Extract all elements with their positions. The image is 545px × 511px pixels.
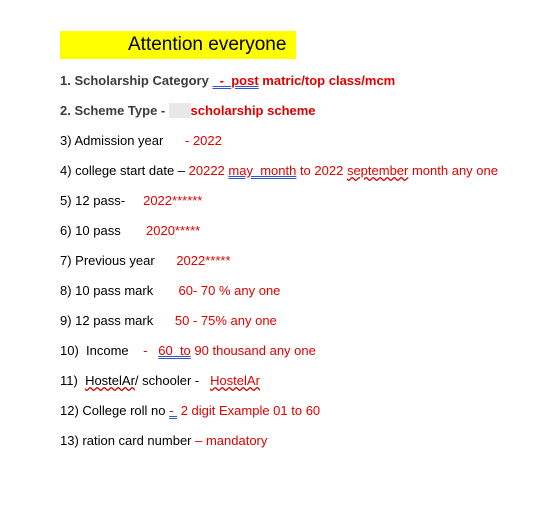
list-item: 1. Scholarship Category - post matric/to… (60, 72, 395, 90)
list-item: 6) 10 pass 2020***** (60, 222, 200, 240)
list-item: 7) Previous year 2022***** (60, 252, 231, 270)
item-value: 2020***** (146, 223, 201, 238)
list-item: 8) 10 pass mark 60- 70 % any one (60, 282, 280, 300)
list-item: 2. Scheme Type - scholarship scheme (60, 102, 316, 120)
item-spacer (168, 103, 191, 118)
list-item: 13) ration card number – mandatory (60, 432, 267, 450)
item-label: 9) 12 pass mark (60, 313, 175, 328)
item-value: scholarship scheme (190, 103, 316, 118)
list-item: 12) College roll no - 2 digit Example 01… (60, 402, 320, 420)
item-value: 60 to (158, 343, 191, 358)
item-label: 3) Admission year (60, 133, 185, 148)
item-value: may month (228, 163, 297, 178)
item-value: post (231, 73, 259, 88)
item-value: 50 - 75% any one (174, 313, 277, 328)
item-label: HostelAr (85, 373, 135, 388)
item-value: month any one (408, 163, 498, 178)
item-label: 11) (60, 373, 86, 388)
item-label: 2. Scheme Type - (60, 103, 169, 118)
item-value: 2022****** (143, 193, 203, 208)
list-item: 3) Admission year - 2022 (60, 132, 222, 150)
list-item: 5) 12 pass- 2022****** (60, 192, 202, 210)
list-item: 4) college start date – 20222 may month … (60, 162, 498, 180)
item-value: - (143, 343, 159, 358)
item-label: 12) College roll no (60, 403, 170, 418)
item-value: - (212, 73, 232, 88)
item-value: - 2022 (185, 133, 222, 148)
item-value: 2 digit Example 01 to 60 (177, 403, 321, 418)
list-item: 10) Income - 60 to 90 thousand any one (60, 342, 316, 360)
item-value: - (169, 403, 178, 418)
item-label: 10) Income (60, 343, 144, 358)
item-value: september (346, 163, 409, 178)
item-value: 60- 70 % any one (178, 283, 281, 298)
item-label: 7) Previous year (60, 253, 177, 268)
item-label: 5) 12 pass- (60, 193, 144, 208)
item-label: 1. Scholarship Category (60, 73, 213, 88)
item-value: HostelAr (210, 373, 260, 388)
item-label: 13) ration card number (60, 433, 196, 448)
list-item: 11) HostelAr/ schooler - HostelAr (60, 372, 260, 390)
item-label: 4) college start date – (60, 163, 189, 178)
list-item: 9) 12 pass mark 50 - 75% any one (60, 312, 277, 330)
item-value: 20222 (188, 163, 229, 178)
item-label: / schooler - (134, 373, 211, 388)
item-value: to 2022 (296, 163, 347, 178)
item-label: 6) 10 pass (60, 223, 146, 238)
page-title: Attention everyone (60, 31, 296, 59)
item-value: matric/top class/mcm (258, 73, 396, 88)
item-value: – mandatory (195, 433, 268, 448)
document-page: Attention everyone 1. Scholarship Catego… (0, 0, 545, 511)
item-value: 2022***** (176, 253, 231, 268)
item-label: 8) 10 pass mark (60, 283, 179, 298)
item-value: 90 thousand any one (190, 343, 316, 358)
